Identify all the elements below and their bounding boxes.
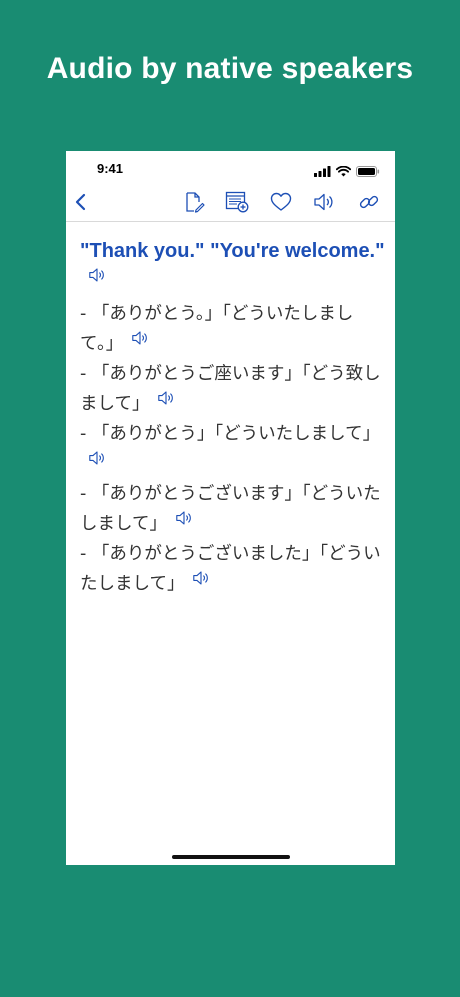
back-chevron-icon — [74, 193, 88, 215]
status-time: 9:41 — [97, 161, 124, 176]
heart-icon — [270, 192, 292, 216]
add-to-list-icon — [225, 191, 249, 217]
phone-screen: 9:41 "Thank you." "You're welcome." - 「あ… — [66, 151, 395, 865]
sentence-item: - 「ありがとう」「どういたしまして」 — [80, 419, 385, 479]
title-speaker-icon[interactable] — [88, 263, 106, 292]
sentence-item: - 「ありがとうございます」「どういたしまして」 — [80, 479, 385, 539]
sentence-text: - 「ありがとうございます」「どういたしまして」 — [80, 484, 381, 535]
sentence-text: - 「ありがとう。」「どういたしまして。」 — [80, 304, 354, 355]
headline: Audio by native speakers — [46, 52, 414, 85]
status-bar: 9:41 — [66, 151, 395, 185]
sentence-text: - 「ありがとうご座います」「どう致しまして」 — [80, 364, 381, 415]
battery-icon — [356, 162, 380, 181]
entry-title: "Thank you." "You're welcome." — [80, 237, 385, 295]
link-button[interactable] — [357, 192, 381, 216]
home-indicator[interactable] — [172, 855, 290, 859]
back-button[interactable] — [69, 192, 93, 216]
edit-note-button[interactable] — [182, 192, 206, 216]
sentence-speaker-icon[interactable] — [131, 326, 149, 356]
sentence-speaker-icon[interactable] — [88, 446, 106, 476]
sentence-speaker-icon[interactable] — [157, 386, 175, 416]
play-audio-button[interactable] — [312, 192, 336, 216]
toolbar — [66, 187, 395, 222]
sentence-item: - 「ありがとうご座います」「どう致しまして」 — [80, 359, 385, 419]
sentence-text: - 「ありがとう」「どういたしまして」 — [80, 424, 381, 445]
signal-icon — [314, 162, 331, 181]
favorite-button[interactable] — [269, 192, 293, 216]
sentence-item: - 「ありがとうございました」「どういたしまして」 — [80, 539, 385, 599]
sentence-item: - 「ありがとう。」「どういたしまして。」 — [80, 299, 385, 359]
link-icon — [358, 191, 380, 217]
entry-title-text: "Thank you." "You're welcome." — [80, 240, 385, 262]
status-icons — [314, 162, 380, 181]
edit-note-icon — [183, 191, 205, 217]
sentence-text: - 「ありがとうございました」「どういたしまして」 — [80, 544, 381, 595]
add-to-list-button[interactable] — [225, 191, 249, 217]
wifi-icon — [335, 162, 352, 181]
sentence-speaker-icon[interactable] — [192, 566, 210, 596]
speaker-icon — [313, 192, 335, 216]
entry-content: "Thank you." "You're welcome." - 「ありがとう。… — [80, 237, 385, 599]
sentence-speaker-icon[interactable] — [175, 506, 193, 536]
